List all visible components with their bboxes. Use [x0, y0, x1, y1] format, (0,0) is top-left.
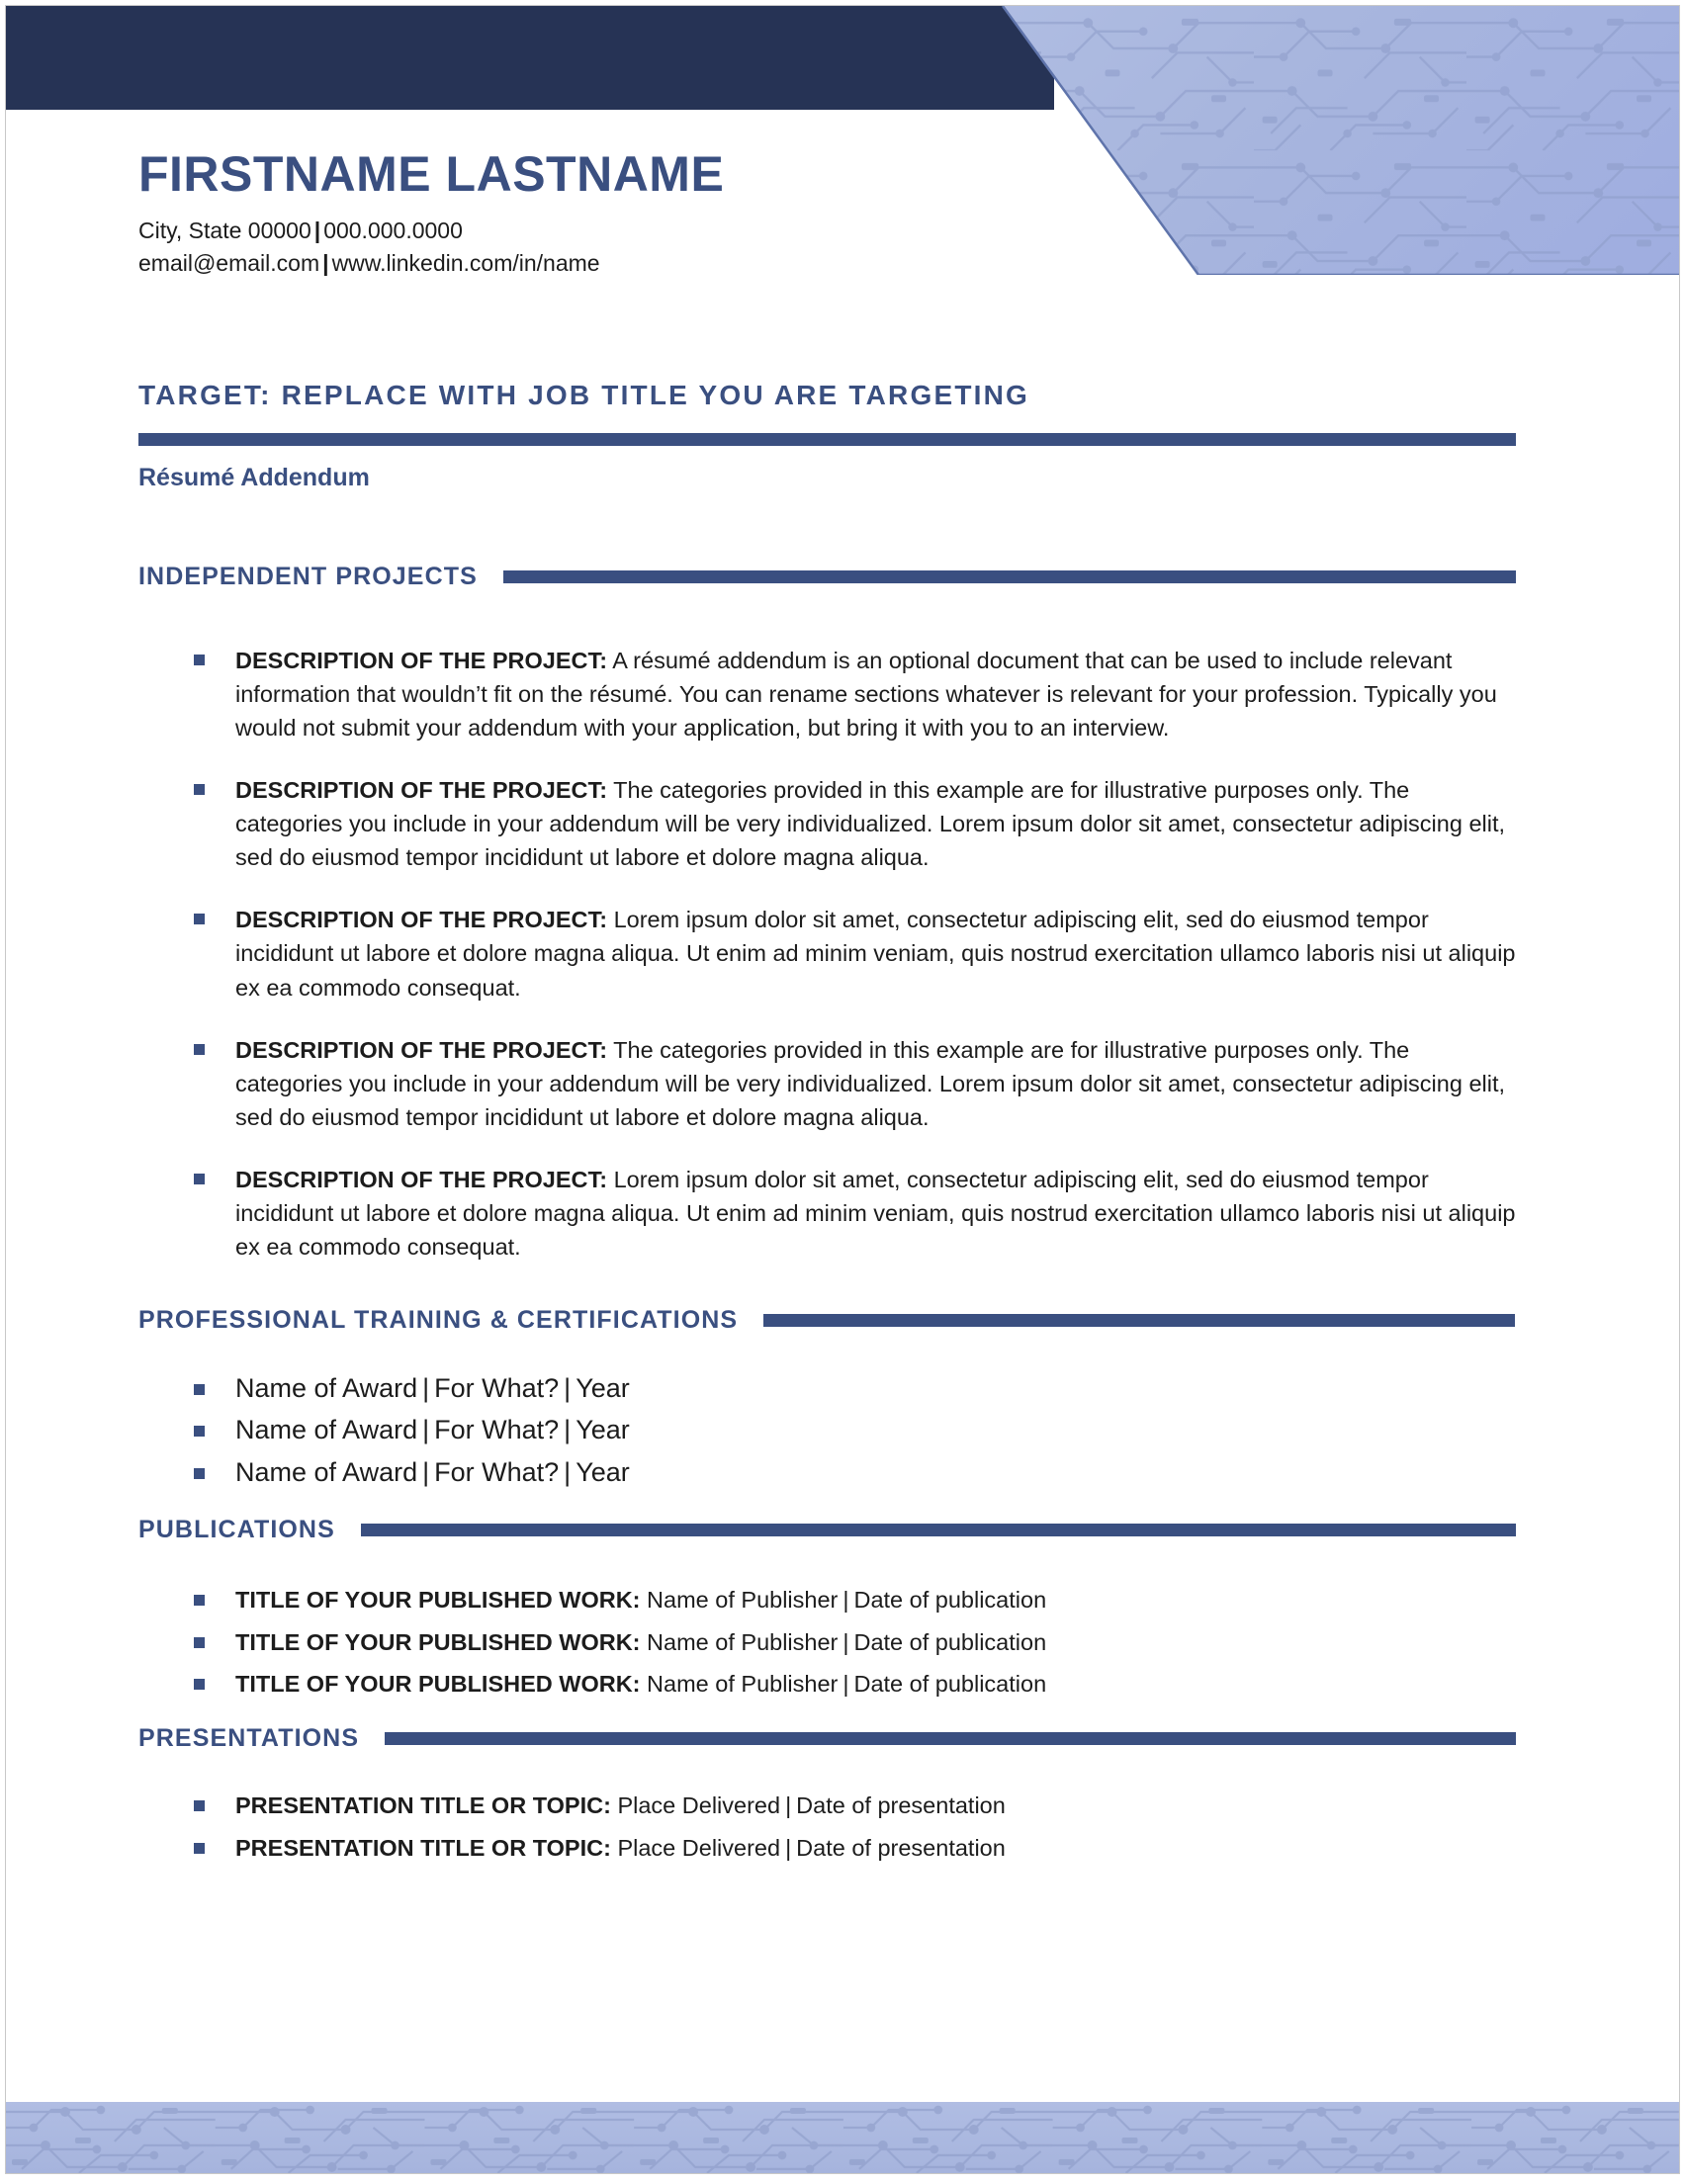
contact-separator: |	[322, 249, 329, 276]
publication-date: Date of publication	[853, 1671, 1047, 1698]
item-label: PRESENTATION TITLE OR TOPIC:	[235, 1834, 611, 1861]
presentations-list: PRESENTATION TITLE OR TOPIC: Place Deliv…	[138, 1791, 1523, 1876]
section-heading-independent-projects: INDEPENDENT PROJECTS	[138, 563, 1516, 591]
document-subtitle: Résumé Addendum	[138, 464, 370, 491]
item-label: DESCRIPTION OF THE PROJECT:	[235, 1036, 608, 1063]
section-label: PUBLICATIONS	[138, 1516, 335, 1543]
separator: |	[564, 1415, 572, 1445]
section-bar	[360, 1524, 1516, 1536]
list-item: DESCRIPTION OF THE PROJECT: The categori…	[138, 1033, 1523, 1134]
item-label: TITLE OF YOUR PUBLISHED WORK:	[235, 1628, 641, 1655]
presentation-place: Place Delivered	[617, 1792, 781, 1818]
target-job-title: TARGET: REPLACE WITH JOB TITLE YOU ARE T…	[138, 380, 1030, 410]
section-heading-professional-training: PROFESSIONAL TRAINING & CERTIFICATIONS	[138, 1306, 1516, 1335]
item-label: DESCRIPTION OF THE PROJECT:	[235, 777, 608, 804]
award-name: Name of Award	[235, 1456, 418, 1487]
list-item: DESCRIPTION OF THE PROJECT: Lorem ipsum …	[138, 1163, 1523, 1264]
list-item: TITLE OF YOUR PUBLISHED WORK: Name of Pu…	[138, 1586, 1523, 1615]
footer-circuit-band	[6, 2102, 1679, 2173]
list-item: Name of Award | For What? | Year	[138, 1456, 1523, 1488]
publisher-name: Name of Publisher	[647, 1587, 839, 1613]
contact-linkedin[interactable]: www.linkedin.com/in/name	[332, 250, 600, 276]
section-label: INDEPENDENT PROJECTS	[138, 563, 478, 590]
separator: |	[842, 1587, 849, 1613]
award-year: Year	[576, 1415, 630, 1445]
resume-addendum-page: FIRSTNAME LASTNAME City, State 00000 | 000…	[5, 5, 1680, 2174]
award-name: Name of Award	[235, 1373, 418, 1403]
item-label: DESCRIPTION OF THE PROJECT:	[235, 648, 608, 673]
section-label: PRESENTATIONS	[138, 1724, 360, 1752]
list-item: PRESENTATION TITLE OR TOPIC: Place Deliv…	[138, 1834, 1523, 1863]
award-reason: For What?	[434, 1456, 560, 1487]
separator: |	[422, 1373, 430, 1403]
list-item: DESCRIPTION OF THE PROJECT: The categori…	[138, 773, 1523, 874]
identity-block: FIRSTNAME LASTNAME City, State 00000 | 000…	[138, 148, 724, 280]
award-reason: For What?	[434, 1415, 560, 1445]
header-navy-band	[6, 6, 1054, 110]
item-label: TITLE OF YOUR PUBLISHED WORK:	[235, 1587, 641, 1613]
separator: |	[785, 1834, 792, 1861]
contact-email[interactable]: email@email.com	[138, 250, 319, 276]
list-item: DESCRIPTION OF THE PROJECT: A résumé add…	[138, 644, 1523, 744]
section-bar	[763, 1314, 1516, 1327]
list-item: Name of Award | For What? | Year	[138, 1414, 1523, 1445]
separator: |	[564, 1373, 572, 1403]
publisher-name: Name of Publisher	[647, 1671, 839, 1698]
section-label: PROFESSIONAL TRAINING & CERTIFICATIONS	[138, 1306, 739, 1334]
award-name: Name of Award	[235, 1415, 418, 1445]
contact-line-email-linkedin: email@email.com | www.linkedin.com/in/name	[138, 247, 724, 280]
item-label: DESCRIPTION OF THE PROJECT:	[235, 1166, 608, 1192]
separator: |	[842, 1628, 849, 1655]
separator: |	[785, 1792, 792, 1818]
section-bar	[385, 1732, 1516, 1745]
separator: |	[842, 1671, 849, 1698]
presentation-place: Place Delivered	[617, 1834, 781, 1861]
list-item: TITLE OF YOUR PUBLISHED WORK: Name of Pu…	[138, 1628, 1523, 1657]
separator: |	[564, 1456, 572, 1487]
contact-phone: 000.000.0000	[323, 217, 463, 243]
item-label: PRESENTATION TITLE OR TOPIC:	[235, 1792, 611, 1818]
list-item: PRESENTATION TITLE OR TOPIC: Place Deliv…	[138, 1791, 1523, 1820]
contact-line-location-phone: City, State 00000 | 000.000.0000	[138, 215, 724, 247]
page-title: FIRSTNAME LASTNAME	[138, 146, 725, 202]
presentation-date: Date of presentation	[796, 1834, 1006, 1861]
separator: |	[422, 1415, 430, 1445]
publications-list: TITLE OF YOUR PUBLISHED WORK: Name of Pu…	[138, 1586, 1523, 1712]
section-bar	[502, 570, 1516, 583]
award-year: Year	[576, 1373, 630, 1403]
independent-projects-list: DESCRIPTION OF THE PROJECT: A résumé add…	[138, 644, 1523, 1292]
presentation-date: Date of presentation	[796, 1792, 1006, 1818]
item-label: DESCRIPTION OF THE PROJECT:	[235, 907, 608, 933]
target-divider-bar	[138, 433, 1516, 446]
item-label: TITLE OF YOUR PUBLISHED WORK:	[235, 1671, 641, 1698]
contact-separator: |	[313, 217, 321, 243]
list-item: DESCRIPTION OF THE PROJECT: Lorem ipsum …	[138, 903, 1523, 1004]
section-heading-presentations: PRESENTATIONS	[138, 1724, 1516, 1753]
publication-date: Date of publication	[853, 1628, 1047, 1655]
publication-date: Date of publication	[853, 1587, 1047, 1613]
award-reason: For What?	[434, 1373, 560, 1403]
professional-training-list: Name of Award | For What? | Year Name of Awa…	[138, 1372, 1523, 1498]
list-item: Name of Award | For What? | Year	[138, 1372, 1523, 1404]
contact-location: City, State 00000	[138, 217, 311, 243]
contact-info: City, State 00000 | 000.000.0000 email@ema…	[138, 215, 724, 281]
section-heading-publications: PUBLICATIONS	[138, 1516, 1516, 1544]
circuit-board-pattern-icon	[6, 2102, 1679, 2173]
publisher-name: Name of Publisher	[647, 1628, 839, 1655]
list-item: TITLE OF YOUR PUBLISHED WORK: Name of Pu…	[138, 1670, 1523, 1699]
award-year: Year	[576, 1456, 630, 1487]
separator: |	[422, 1456, 430, 1487]
